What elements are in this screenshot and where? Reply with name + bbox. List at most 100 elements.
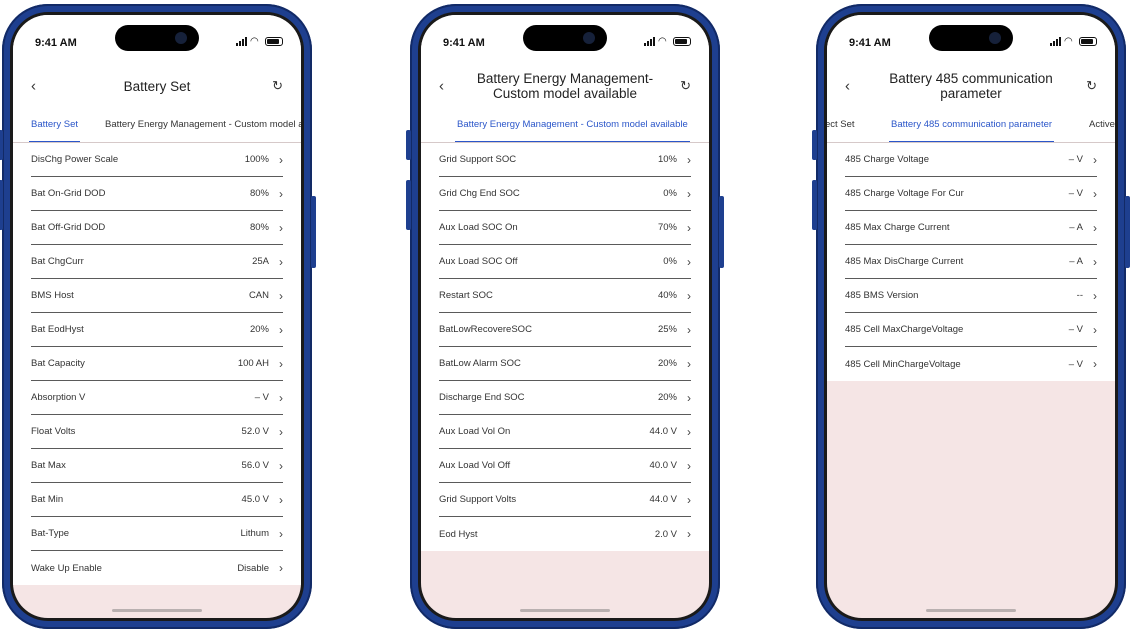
list-item[interactable]: BMS Host CAN ›	[31, 279, 283, 313]
chevron-right-icon: ›	[687, 527, 691, 541]
list-item[interactable]: Grid Support SOC 10% ›	[439, 143, 691, 177]
power-button	[1125, 196, 1130, 268]
home-indicator[interactable]	[926, 609, 1016, 612]
list-item[interactable]: Discharge End SOC 20% ›	[439, 381, 691, 415]
app-screen: 9:41 AM ◠ ‹ Battery 485 communication pa…	[827, 15, 1115, 618]
list-item[interactable]: 485 Cell MinChargeVoltage – V ›	[845, 347, 1097, 381]
home-indicator[interactable]	[112, 609, 202, 612]
item-label: BMS Host	[31, 290, 74, 301]
chevron-right-icon: ›	[1093, 152, 1097, 167]
chevron-right-icon: ›	[279, 322, 283, 337]
item-label: Bat ChgCurr	[31, 256, 84, 267]
refresh-button[interactable]: ↻	[680, 78, 691, 94]
list-item[interactable]: Bat EodHyst 20% ›	[31, 313, 283, 347]
item-value: 0%	[663, 188, 677, 199]
signal-icon	[236, 37, 247, 46]
item-label: Aux Load Vol On	[439, 426, 511, 437]
list-item[interactable]: Float Volts 52.0 V ›	[31, 415, 283, 449]
item-label: BatLowRecovereSOC	[439, 324, 532, 335]
nav-bar: ‹ Battery Energy Management-Custom model…	[421, 67, 709, 105]
phone-battery-set: 9:41 AM ◠ ‹ Battery Set ↻ Battery Set Ba…	[0, 4, 316, 629]
tab-active[interactable]: Active	[1089, 119, 1115, 130]
refresh-button[interactable]: ↻	[272, 78, 283, 94]
status-time: 9:41 AM	[443, 37, 485, 49]
item-value: 80%	[249, 188, 269, 199]
mute-switch	[406, 130, 411, 160]
list-item[interactable]: Bat On-Grid DOD 80% ›	[31, 177, 283, 211]
list-item[interactable]: Bat Capacity 100 AH ›	[31, 347, 283, 381]
app-screen: 9:41 AM ◠ ‹ Battery Energy Management-Cu…	[421, 15, 709, 618]
item-label: Discharge End SOC	[439, 392, 525, 403]
page-title: Battery 485 communication parameter	[889, 71, 1053, 101]
chevron-right-icon: ›	[279, 492, 283, 507]
chevron-right-icon: ›	[1093, 186, 1097, 201]
back-button[interactable]: ‹	[439, 78, 444, 95]
chevron-right-icon: ›	[687, 390, 691, 405]
chevron-right-icon: ›	[279, 424, 283, 439]
list-item[interactable]: Aux Load Vol On 44.0 V ›	[439, 415, 691, 449]
item-label: 485 Cell MinChargeVoltage	[845, 358, 961, 370]
item-label: Eod Hyst	[439, 528, 478, 540]
list-item[interactable]: Grid Support Volts 44.0 V ›	[439, 483, 691, 517]
list-item[interactable]: Bat ChgCurr 25A ›	[31, 245, 283, 279]
list-item[interactable]: 485 Charge Voltage – V ›	[845, 143, 1097, 177]
list-item[interactable]: Aux Load SOC Off 0% ›	[439, 245, 691, 279]
tab-battery-485[interactable]: Battery 485 communication parameter	[888, 119, 1055, 142]
list-item[interactable]: Bat Max 56.0 V ›	[31, 449, 283, 483]
list-item[interactable]: 485 BMS Version -- ›	[845, 279, 1097, 313]
list-item[interactable]: BatLowRecovereSOC 25% ›	[439, 313, 691, 347]
app-screen: 9:41 AM ◠ ‹ Battery Set ↻ Battery Set Ba…	[13, 15, 301, 618]
item-label: Aux Load Vol Off	[439, 460, 511, 471]
tab-battery-set[interactable]: Battery Set	[29, 119, 80, 142]
screen: 9:41 AM ◠ ‹ Battery 485 communication pa…	[824, 12, 1118, 621]
list-item[interactable]: Grid Chg End SOC 0% ›	[439, 177, 691, 211]
list-item[interactable]: Eod Hyst 2.0 V ›	[439, 517, 691, 551]
list-item[interactable]: 485 Max Charge Current – A ›	[845, 211, 1097, 245]
list-item[interactable]: Restart SOC 40% ›	[439, 279, 691, 313]
tab-battery-energy-management[interactable]: Battery Energy Management - Custom model…	[455, 119, 690, 142]
item-value: 0%	[663, 256, 677, 267]
system-icons: ◠	[644, 37, 691, 47]
camera-icon	[989, 32, 1001, 44]
chevron-right-icon: ›	[687, 220, 691, 235]
item-label: 485 Cell MaxChargeVoltage	[845, 324, 964, 335]
chevron-right-icon: ›	[1093, 220, 1097, 235]
chevron-right-icon: ›	[687, 254, 691, 269]
list-item[interactable]: 485 Max DisCharge Current – A ›	[845, 245, 1097, 279]
item-label: Bat-Type	[31, 528, 70, 539]
back-button[interactable]: ‹	[31, 78, 36, 95]
list-item[interactable]: BatLow Alarm SOC 20% ›	[439, 347, 691, 381]
settings-list: 485 Charge Voltage – V › 485 Charge Voltag…	[827, 143, 1115, 381]
item-label: Grid Support Volts	[439, 494, 517, 505]
chevron-right-icon: ›	[279, 152, 283, 167]
item-value: Disable	[237, 562, 269, 574]
list-item[interactable]: Wake Up Enable Disable ›	[31, 551, 283, 585]
item-value: CAN	[248, 290, 269, 301]
tab-battery-energy-management[interactable]: Battery Energy Management - Custom model…	[105, 119, 301, 130]
list-item[interactable]: Aux Load Vol Off 40.0 V ›	[439, 449, 691, 483]
item-value: 20%	[249, 324, 269, 335]
status-bar: 9:41 AM ◠	[13, 15, 301, 67]
signal-icon	[1050, 37, 1061, 46]
list-item[interactable]: Aux Load SOC On 70% ›	[439, 211, 691, 245]
item-value: 45.0 V	[241, 494, 269, 505]
back-button[interactable]: ‹	[845, 78, 850, 95]
tab-select-set[interactable]: ect Set	[827, 119, 855, 130]
screen: 9:41 AM ◠ ‹ Battery Set ↻ Battery Set Ba…	[10, 12, 304, 621]
tab-bar: Battery Set Battery Energy Management - …	[13, 105, 301, 143]
item-value: – A	[1069, 256, 1083, 267]
item-label: 485 Max Charge Current	[845, 222, 950, 233]
nav-bar: ‹ Battery 485 communication parameter ↻	[827, 67, 1115, 105]
refresh-button[interactable]: ↻	[1086, 78, 1097, 94]
list-item[interactable]: 485 Cell MaxChargeVoltage – V ›	[845, 313, 1097, 347]
chevron-right-icon: ›	[687, 424, 691, 439]
home-indicator[interactable]	[520, 609, 610, 612]
list-item[interactable]: Bat Min 45.0 V ›	[31, 483, 283, 517]
list-item[interactable]: Bat Off-Grid DOD 80% ›	[31, 211, 283, 245]
chevron-right-icon: ›	[279, 254, 283, 269]
list-item[interactable]: Absorption V – V ›	[31, 381, 283, 415]
list-item[interactable]: DisChg Power Scale 100% ›	[31, 143, 283, 177]
dynamic-island	[115, 25, 199, 51]
list-item[interactable]: Bat-Type Lithum ›	[31, 517, 283, 551]
list-item[interactable]: 485 Charge Voltage For Cur – V ›	[845, 177, 1097, 211]
